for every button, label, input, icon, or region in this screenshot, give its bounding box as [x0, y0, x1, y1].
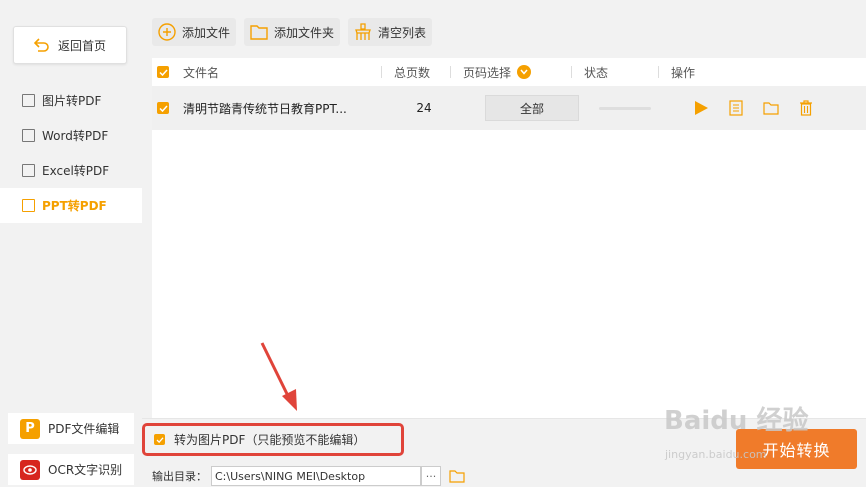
column-divider	[571, 66, 572, 78]
back-home-label: 返回首页	[57, 38, 106, 53]
row-status-progress	[599, 106, 651, 110]
output-label: 输出目录：	[152, 470, 207, 483]
header-actions: 操作	[671, 65, 696, 80]
check-icon	[158, 68, 168, 76]
header-page-select: 页码选择	[463, 64, 571, 81]
row-page-select-value: 全部	[519, 101, 544, 116]
red-annotation-arrow-icon	[260, 342, 297, 411]
add-file-label: 添加文件	[182, 25, 231, 40]
sidebar-nav: 图片转PDF Word转PDF Excel转PDF PPT转PDF	[0, 83, 142, 223]
word-file-icon	[22, 129, 35, 142]
clear-list-label: 清空列表	[378, 25, 427, 40]
pdf-edit-button[interactable]: P PDF文件编辑	[8, 413, 134, 444]
ocr-eye-icon	[20, 459, 40, 480]
ocr-label: OCR文字识别	[48, 463, 123, 477]
start-convert-label: 开始转换	[762, 441, 831, 460]
header-page-select-label: 页码选择	[463, 65, 512, 80]
excel-file-icon	[22, 164, 35, 177]
check-icon	[158, 104, 168, 112]
column-divider	[658, 66, 659, 78]
row-actions	[693, 100, 833, 116]
broom-icon	[355, 23, 371, 40]
column-divider	[450, 66, 451, 78]
table-header: 文件名 总页数 页码选择 状态 操作	[152, 58, 866, 86]
pdf-edit-label: PDF文件编辑	[48, 422, 120, 436]
plus-circle-icon	[158, 23, 176, 41]
output-directory-row: 输出目录： C:\Users\NING MEI\Desktop ···	[152, 466, 465, 486]
row-pages: 24	[416, 101, 432, 115]
open-output-folder-icon[interactable]	[449, 469, 465, 483]
header-status: 状态	[584, 65, 609, 80]
row-checkbox[interactable]	[157, 102, 169, 114]
image-file-icon	[22, 94, 35, 107]
output-path-value: C:\Users\NING MEI\Desktop	[215, 469, 366, 483]
sidebar: 返回首页 图片转PDF Word转PDF Excel转PDF PPT转PDF P…	[0, 0, 142, 487]
convert-to-image-pdf-option[interactable]: 转为图片PDF（只能预览不能编辑）	[142, 423, 404, 456]
sidebar-item-ppt-to-pdf[interactable]: PPT转PDF	[0, 188, 142, 223]
add-file-button[interactable]: 添加文件	[152, 18, 237, 46]
toolbar: 添加文件 添加文件夹 清空列表	[152, 18, 440, 46]
convert-image-checkbox[interactable]	[154, 434, 165, 445]
play-icon[interactable]	[693, 100, 709, 116]
browse-label: ···	[425, 469, 437, 483]
column-divider	[381, 66, 382, 78]
select-all-checkbox[interactable]	[157, 66, 169, 78]
dropdown-badge-icon[interactable]	[517, 65, 532, 79]
header-pages: 总页数	[394, 65, 431, 80]
sidebar-item-label: Word转PDF	[42, 129, 109, 143]
pdf-edit-icon: P	[20, 418, 40, 439]
sidebar-item-label: PPT转PDF	[42, 199, 107, 213]
output-path-field[interactable]: C:\Users\NING MEI\Desktop	[211, 466, 421, 486]
header-filename: 文件名	[183, 65, 220, 80]
ocr-button[interactable]: OCR文字识别	[8, 454, 134, 485]
check-icon	[156, 436, 163, 443]
sidebar-item-image-to-pdf[interactable]: 图片转PDF	[0, 83, 142, 118]
table-row[interactable]: 清明节踏青传统节日教育PPT... 24 全部	[152, 86, 866, 130]
add-folder-button[interactable]: 添加文件夹	[244, 18, 341, 46]
ppt-file-icon	[22, 199, 35, 212]
trash-icon[interactable]	[799, 100, 813, 116]
back-arrow-icon	[33, 38, 49, 52]
back-home-button[interactable]: 返回首页	[13, 26, 127, 64]
browse-button[interactable]: ···	[421, 466, 441, 486]
baidu-watermark-url: jingyan.baidu.com	[665, 448, 767, 461]
sidebar-item-excel-to-pdf[interactable]: Excel转PDF	[0, 153, 142, 188]
app-window: 返回首页 图片转PDF Word转PDF Excel转PDF PPT转PDF P…	[0, 0, 866, 487]
add-folder-label: 添加文件夹	[274, 25, 335, 40]
sidebar-item-label: 图片转PDF	[42, 94, 102, 108]
baidu-watermark: Baidu 经验	[664, 406, 809, 436]
row-page-select[interactable]: 全部	[485, 95, 579, 121]
sidebar-item-word-to-pdf[interactable]: Word转PDF	[0, 118, 142, 153]
open-folder-icon[interactable]	[763, 101, 779, 115]
sidebar-item-label: Excel转PDF	[42, 164, 110, 178]
row-filename: 清明节踏青传统节日教育PPT...	[183, 101, 347, 116]
folder-icon	[250, 25, 268, 40]
convert-image-label: 转为图片PDF（只能预览不能编辑）	[174, 433, 366, 447]
document-icon[interactable]	[729, 100, 743, 116]
clear-list-button[interactable]: 清空列表	[348, 18, 433, 46]
